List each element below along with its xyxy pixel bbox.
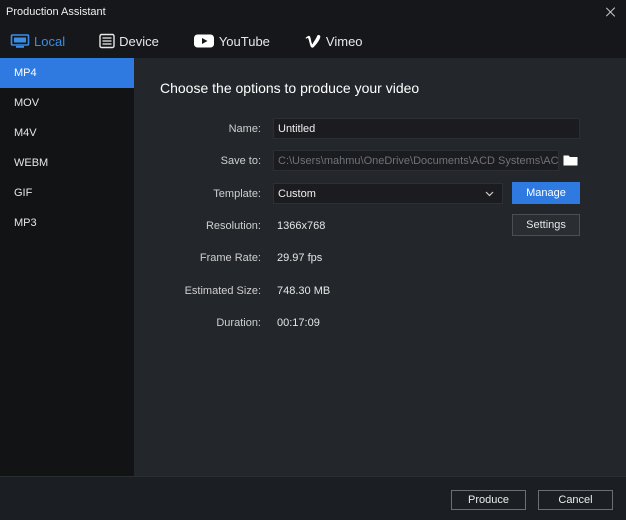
template-label: Template: <box>213 188 261 200</box>
production-assistant-window: Production Assistant Local Device YouTub… <box>0 0 626 520</box>
frame-rate-label: Frame Rate: <box>199 252 261 264</box>
tab-local-label: Local <box>34 33 66 49</box>
chevron-down-icon <box>485 188 494 200</box>
tab-vimeo[interactable]: Vimeo <box>304 24 363 58</box>
page-title: Choose the options to produce your video <box>160 80 420 96</box>
vimeo-icon <box>304 33 322 49</box>
options-panel: Choose the options to produce your video… <box>134 58 626 476</box>
device-icon <box>99 33 115 49</box>
format-sidebar: MP4 MOV M4V WEBM GIF MP3 <box>0 58 134 476</box>
monitor-icon <box>10 33 30 49</box>
tab-youtube-label: YouTube <box>218 33 270 49</box>
tab-local[interactable]: Local <box>10 24 65 58</box>
tab-vimeo-label: Vimeo <box>325 33 363 49</box>
resolution-value: 1366x768 <box>277 220 326 232</box>
name-field[interactable]: Untitled <box>273 118 580 139</box>
window-title: Production Assistant <box>6 6 106 18</box>
produce-button[interactable]: Produce <box>451 490 526 510</box>
dialog-footer: Produce Cancel <box>0 476 626 520</box>
tab-device[interactable]: Device <box>99 24 159 58</box>
resolution-label: Resolution: <box>205 220 261 232</box>
tab-device-label: Device <box>119 33 159 49</box>
sidebar-item-webm[interactable]: WEBM <box>0 148 134 178</box>
close-icon[interactable] <box>604 5 618 19</box>
sidebar-item-mp4[interactable]: MP4 <box>0 58 134 88</box>
template-select[interactable]: Custom <box>273 183 503 204</box>
save-to-label: Save to: <box>220 155 261 167</box>
title-bar: Production Assistant <box>0 0 626 24</box>
template-select-value: Custom <box>278 187 316 200</box>
sidebar-item-mov[interactable]: MOV <box>0 88 134 118</box>
duration-value: 00:17:09 <box>277 317 320 329</box>
sidebar-item-gif[interactable]: GIF <box>0 178 134 208</box>
frame-rate-value: 29.97 fps <box>277 252 323 264</box>
tab-youtube[interactable]: YouTube <box>193 24 270 58</box>
estimated-size-value: 748.30 MB <box>277 285 331 297</box>
output-tabs: Local Device YouTube Vimeo <box>0 24 626 58</box>
folder-icon[interactable] <box>563 154 578 169</box>
name-label: Name: <box>228 123 261 135</box>
manage-button[interactable]: Manage <box>512 182 580 204</box>
save-to-field[interactable]: C:\Users\mahmu\OneDrive\Documents\ACD Sy… <box>273 150 559 171</box>
youtube-icon <box>193 33 215 49</box>
duration-label: Duration: <box>216 317 261 329</box>
sidebar-item-mp3[interactable]: MP3 <box>0 208 134 238</box>
settings-button[interactable]: Settings <box>512 214 580 236</box>
estimated-size-label: Estimated Size: <box>184 285 261 297</box>
cancel-button[interactable]: Cancel <box>538 490 613 510</box>
sidebar-item-m4v[interactable]: M4V <box>0 118 134 148</box>
